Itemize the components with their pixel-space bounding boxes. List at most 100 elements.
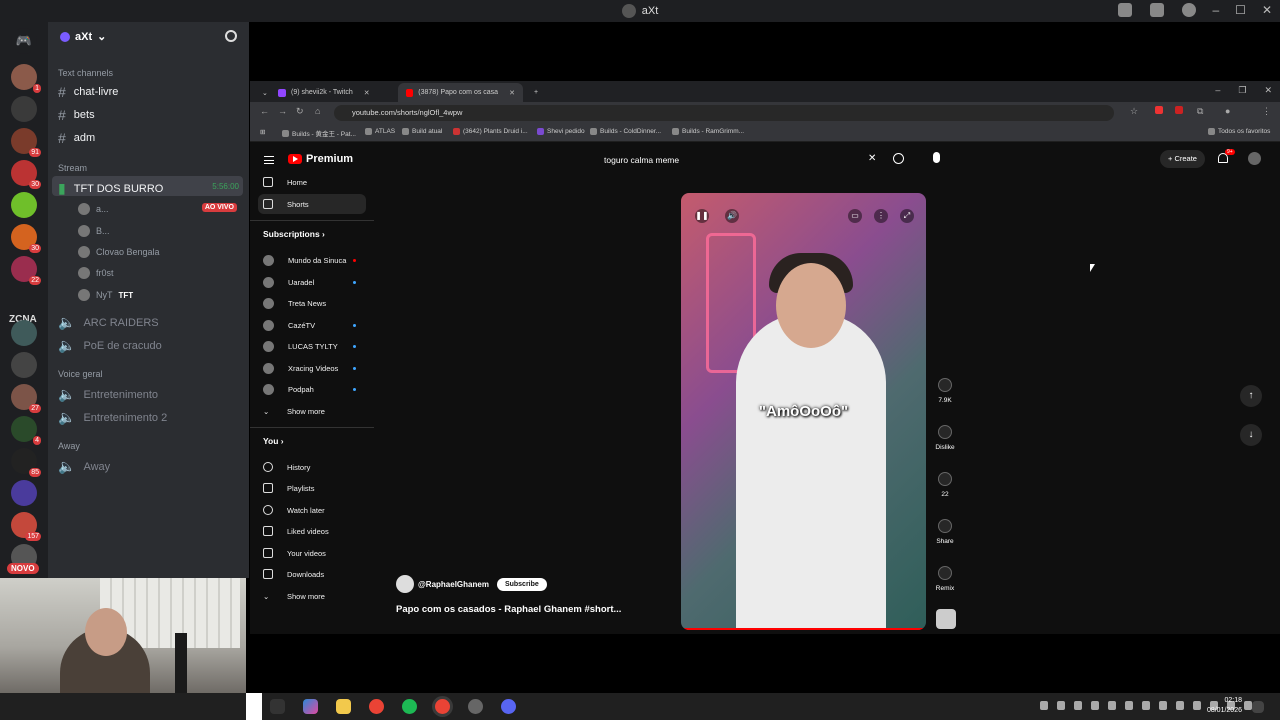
- channel-chat-livre[interactable]: # chat-livre: [58, 84, 118, 100]
- task-view-icon[interactable]: [270, 699, 285, 714]
- extension-icon[interactable]: [1175, 106, 1183, 114]
- tray-app-icon[interactable]: [1176, 701, 1184, 710]
- bluetooth-icon[interactable]: [1142, 701, 1150, 710]
- close-button[interactable]: ✕: [1262, 3, 1272, 17]
- tray-app-icon[interactable]: [1057, 701, 1065, 710]
- captions-icon[interactable]: ▭: [848, 209, 862, 223]
- like-button[interactable]: 7.9K: [934, 378, 956, 404]
- minimize-button[interactable]: –: [1212, 3, 1219, 17]
- channel-name[interactable]: @RaphaelGhanem: [418, 580, 489, 589]
- maximize-button[interactable]: ☐: [1235, 3, 1246, 17]
- new-badge[interactable]: NOVO: [7, 563, 39, 574]
- next-short-button[interactable]: ↓: [1240, 424, 1262, 446]
- comments-button[interactable]: 22: [934, 472, 956, 498]
- app-icon[interactable]: [468, 699, 483, 714]
- back-icon[interactable]: ←: [260, 106, 269, 116]
- you-heading[interactable]: You ›: [263, 436, 284, 446]
- previous-short-button[interactable]: ↑: [1240, 385, 1262, 407]
- more-options-icon[interactable]: ⋮: [874, 209, 888, 223]
- file-explorer-icon[interactable]: [336, 699, 351, 714]
- voice-channel-poe[interactable]: 🔈 PoE de cracudo: [58, 337, 162, 354]
- bookmark[interactable]: Build atual: [402, 128, 442, 135]
- server-icon[interactable]: 91: [11, 128, 41, 157]
- subscription-item[interactable]: Uaradel: [258, 272, 366, 292]
- channel-adm[interactable]: # adm: [58, 130, 95, 146]
- category-stream[interactable]: Stream: [58, 163, 87, 173]
- subscription-item[interactable]: Mundo da Sinuca: [258, 250, 366, 270]
- add-user-icon[interactable]: [225, 30, 237, 42]
- server-icon[interactable]: 30: [11, 224, 41, 253]
- discord-home-icon[interactable]: 🎮: [11, 28, 37, 54]
- sidebar-item-downloads[interactable]: Downloads: [258, 564, 366, 584]
- voice-channel-arc[interactable]: 🔈 ARC RAIDERS: [58, 314, 159, 331]
- sidebar-item-history[interactable]: History: [258, 457, 366, 477]
- server-name[interactable]: aXt ⌄: [60, 30, 106, 43]
- video-title[interactable]: Papo com os casados - Raphael Ghanem #sh…: [396, 604, 621, 615]
- subscriptions-heading[interactable]: Subscriptions ›: [263, 229, 325, 239]
- dislike-button[interactable]: Dislike: [934, 425, 956, 451]
- fullscreen-icon[interactable]: ⤢: [900, 209, 914, 223]
- reload-icon[interactable]: ↻: [296, 106, 304, 117]
- voice-channel-tft[interactable]: ▮ TFT DOS BURRO: [58, 180, 163, 197]
- subscription-item[interactable]: CazéTV: [258, 315, 366, 335]
- shorts-player[interactable]: "AmôOoOô" ❚❚ 🔊 ▭ ⋮ ⤢: [681, 193, 926, 630]
- chrome-icon-active[interactable]: [435, 699, 450, 714]
- close-tab-icon[interactable]: ✕: [364, 89, 370, 97]
- server-icon[interactable]: [11, 320, 37, 346]
- close-tab-icon[interactable]: ✕: [509, 89, 515, 97]
- voice-user[interactable]: B...: [78, 225, 110, 237]
- tray-app-icon[interactable]: [1125, 701, 1133, 710]
- power-icon[interactable]: [1244, 701, 1252, 710]
- hamburger-icon[interactable]: [264, 156, 274, 164]
- extension-icon[interactable]: [1155, 106, 1163, 114]
- discord-icon[interactable]: [501, 699, 516, 714]
- chevron-up-icon[interactable]: [1040, 701, 1048, 710]
- close-button[interactable]: ✕: [1264, 85, 1272, 96]
- subscription-item[interactable]: LUCAS TYLTY: [258, 336, 366, 356]
- tab-youtube[interactable]: (3878) Papo com os casado ✕: [398, 83, 523, 102]
- apps-icon[interactable]: ⊞: [260, 128, 265, 136]
- remix-button[interactable]: Remix: [934, 566, 956, 592]
- search-icon[interactable]: [893, 153, 904, 164]
- voice-channel-entretenimento-2[interactable]: 🔈 Entretenimento 2: [58, 409, 167, 426]
- bookmark-star-icon[interactable]: ☆: [1130, 106, 1138, 117]
- clock[interactable]: 02:18 08/01/2026: [1200, 696, 1242, 716]
- bookmark[interactable]: Shevi pedido: [537, 128, 585, 135]
- voice-user[interactable]: fr0st: [78, 267, 114, 279]
- category-away[interactable]: Away: [58, 441, 80, 451]
- subscription-item[interactable]: Podpah: [258, 379, 366, 399]
- voice-user[interactable]: a...: [78, 203, 109, 215]
- server-icon[interactable]: 1: [11, 64, 41, 93]
- chrome-icon[interactable]: [369, 699, 384, 714]
- account-avatar[interactable]: [1248, 152, 1261, 165]
- home-icon[interactable]: ⌂: [315, 106, 320, 116]
- voice-user[interactable]: NyT TFT: [78, 289, 133, 301]
- notifications-icon[interactable]: [1252, 701, 1264, 713]
- channel-bets[interactable]: # bets: [58, 107, 95, 123]
- server-icon[interactable]: 22: [11, 256, 41, 285]
- sidebar-item-your-videos[interactable]: Your videos: [258, 543, 366, 563]
- server-icon[interactable]: 4: [11, 416, 41, 445]
- help-icon[interactable]: [1182, 3, 1196, 17]
- tray-app-icon[interactable]: [1091, 701, 1099, 710]
- minimize-button[interactable]: –: [1215, 85, 1220, 96]
- screen-share-icon[interactable]: [1150, 3, 1164, 17]
- menu-icon[interactable]: ⋮: [1262, 106, 1271, 117]
- sidebar-item-playlists[interactable]: Playlists: [258, 478, 366, 498]
- forward-icon[interactable]: →: [278, 106, 287, 116]
- voice-user[interactable]: Clovao Bengala: [78, 246, 160, 258]
- subscribe-button[interactable]: Subscribe: [496, 577, 547, 591]
- voice-channel-entretenimento[interactable]: 🔈 Entretenimento: [58, 386, 158, 403]
- sidebar-item-liked[interactable]: Liked videos: [258, 521, 366, 541]
- category-voice[interactable]: Voice geral: [58, 369, 103, 379]
- bookmark[interactable]: ATLAS: [365, 128, 395, 135]
- tab-twitch[interactable]: (9) shevii2k - Twitch ✕: [270, 83, 395, 102]
- search-input[interactable]: toguro calma meme: [596, 150, 886, 170]
- show-more-subscriptions[interactable]: ⌄ Show more: [258, 401, 366, 421]
- spotify-icon[interactable]: [402, 699, 417, 714]
- share-button[interactable]: Share: [934, 519, 956, 545]
- server-icon[interactable]: [11, 480, 37, 506]
- sidebar-item-home[interactable]: Home: [258, 172, 366, 192]
- all-bookmarks[interactable]: Todos os favoritos: [1208, 128, 1270, 135]
- server-icon[interactable]: 30: [11, 160, 41, 189]
